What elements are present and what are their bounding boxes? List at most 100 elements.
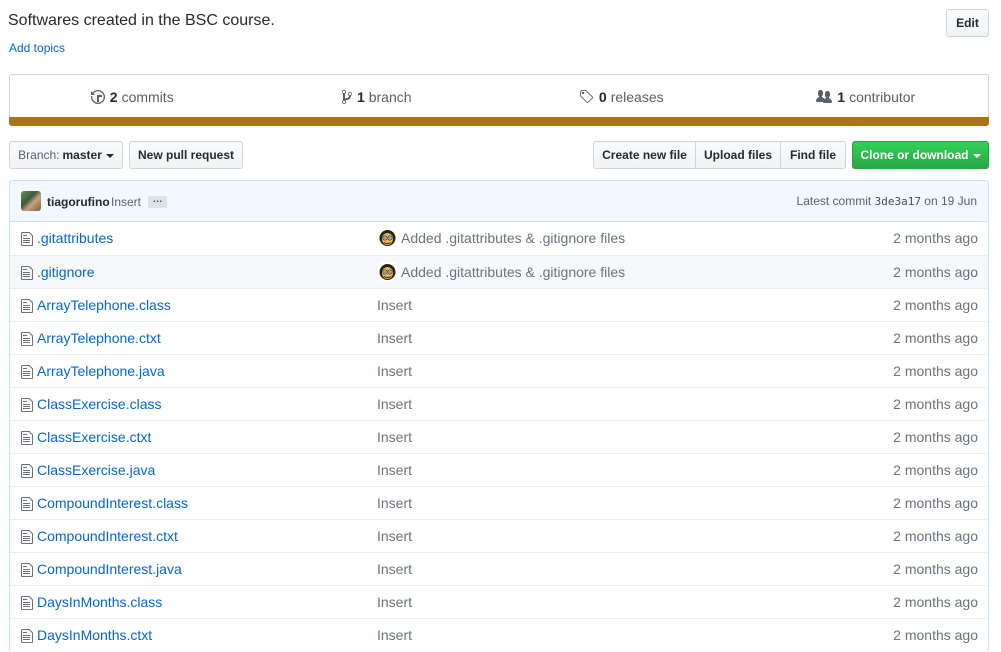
releases-count: 0 <box>598 89 607 105</box>
file-icon <box>21 530 33 544</box>
file-name-link[interactable]: DaysInMonths.ctxt <box>37 627 152 643</box>
file-name-link[interactable]: ArrayTelephone.ctxt <box>37 330 161 346</box>
file-name-link[interactable]: ClassExercise.class <box>37 396 161 412</box>
committer-avatar[interactable] <box>378 262 397 281</box>
file-name-link[interactable]: CompoundInterest.class <box>37 495 188 511</box>
file-name-link[interactable]: ClassExercise.ctxt <box>37 429 151 445</box>
git-branch-icon <box>341 89 352 104</box>
commit-message[interactable]: Insert <box>111 195 141 209</box>
committer-avatar[interactable] <box>378 228 397 247</box>
file-commit-message[interactable]: Insert <box>377 561 412 577</box>
upload-files-button[interactable]: Upload files <box>695 141 781 169</box>
create-new-file-button[interactable]: Create new file <box>593 141 696 169</box>
contributor-count: 1 <box>837 89 846 105</box>
file-row[interactable]: ArrayTelephone.ctxt Insert 2 months ago <box>10 321 988 354</box>
file-icon <box>21 299 33 313</box>
file-name-link[interactable]: ArrayTelephone.java <box>37 363 165 379</box>
file-name-link[interactable]: DaysInMonths.class <box>37 594 162 610</box>
add-topics-link[interactable]: Add topics <box>9 41 65 55</box>
file-commit-message[interactable]: Insert <box>377 495 412 511</box>
file-commit-age: 2 months ago <box>893 297 978 313</box>
author-avatar[interactable] <box>21 191 41 211</box>
language-bar[interactable] <box>9 117 989 126</box>
file-row[interactable]: CompoundInterest.ctxt Insert 2 months ago <box>10 519 988 552</box>
history-icon <box>90 90 105 104</box>
file-icon <box>21 431 33 445</box>
file-icon <box>21 563 33 577</box>
file-commit-message[interactable]: Insert <box>377 396 412 412</box>
file-icon <box>21 464 33 478</box>
file-commit-age: 2 months ago <box>893 230 978 246</box>
file-commit-age: 2 months ago <box>893 495 978 511</box>
file-commit-message[interactable]: Insert <box>377 330 412 346</box>
file-row[interactable]: DaysInMonths.class Insert 2 months ago <box>10 585 988 618</box>
file-name-link[interactable]: .gitignore <box>37 264 95 280</box>
file-commit-message[interactable]: Insert <box>377 297 412 313</box>
edit-description-button[interactable]: Edit <box>946 9 989 37</box>
commits-label: commits <box>121 89 174 105</box>
tag-icon <box>579 90 593 104</box>
file-row[interactable]: .gitignore Added .gitattributes & .gitign… <box>10 255 988 288</box>
caret-down-icon <box>105 154 114 158</box>
file-icon <box>21 365 33 379</box>
releases-label: releases <box>610 89 664 105</box>
file-name-link[interactable]: ClassExercise.java <box>37 462 155 478</box>
contributor-label: contributor <box>849 89 916 105</box>
repo-summary: 2 commits 1 branch 0 releases 1 contribu… <box>9 74 989 119</box>
file-name-link[interactable]: CompoundInterest.java <box>37 561 182 577</box>
file-commit-age: 2 months ago <box>893 594 978 610</box>
new-pull-request-button[interactable]: New pull request <box>129 141 243 169</box>
latest-commit-info: Latest commit 3de3a17 on 19 Jun <box>797 194 977 208</box>
file-icon <box>21 232 33 246</box>
file-icon <box>21 596 33 610</box>
file-name-link[interactable]: ArrayTelephone.class <box>37 297 171 313</box>
file-commit-message[interactable]: Added .gitattributes & .gitignore files <box>401 230 625 246</box>
repo-description: Softwares created in the BSC course. <box>8 12 275 29</box>
file-commit-message[interactable]: Insert <box>377 429 412 445</box>
file-row[interactable]: ArrayTelephone.java Insert 2 months ago <box>10 354 988 387</box>
file-commit-message[interactable]: Insert <box>377 462 412 478</box>
file-commit-age: 2 months ago <box>893 627 978 643</box>
commits-count: 2 <box>109 89 118 105</box>
file-row[interactable]: ClassExercise.java Insert 2 months ago <box>10 453 988 486</box>
branch-select-button[interactable]: Branch: master <box>9 141 123 169</box>
file-commit-age: 2 months ago <box>893 330 978 346</box>
commit-sha[interactable]: 3de3a17 <box>875 195 921 208</box>
commits-summary[interactable]: 2 commits <box>10 75 255 119</box>
latest-commit-prefix: Latest commit <box>796 194 872 208</box>
file-row[interactable]: CompoundInterest.class Insert 2 months ago <box>10 486 988 519</box>
find-file-button[interactable]: Find file <box>780 141 846 169</box>
branch-summary[interactable]: 1 branch <box>255 75 500 119</box>
commit-author[interactable]: tiagorufino <box>47 195 110 209</box>
file-row[interactable]: DaysInMonths.ctxt Insert 2 months ago <box>10 618 988 651</box>
file-row[interactable]: CompoundInterest.java Insert 2 months ago <box>10 552 988 585</box>
file-commit-age: 2 months ago <box>893 363 978 379</box>
file-row[interactable]: ArrayTelephone.class Insert 2 months ago <box>10 288 988 321</box>
file-commit-age: 2 months ago <box>893 528 978 544</box>
expand-commit-ellipsis[interactable]: … <box>148 195 167 208</box>
clone-or-download-button[interactable]: Clone or download <box>852 141 989 169</box>
contributors-summary[interactable]: 1 contributor <box>744 75 989 119</box>
file-commit-age: 2 months ago <box>893 561 978 577</box>
file-row[interactable]: ClassExercise.class Insert 2 months ago <box>10 387 988 420</box>
file-commit-message[interactable]: Insert <box>377 528 412 544</box>
caret-down-icon <box>972 154 981 158</box>
commit-date: on 19 Jun <box>924 194 977 208</box>
file-name-link[interactable]: CompoundInterest.ctxt <box>37 528 178 544</box>
file-commit-message[interactable]: Insert <box>377 594 412 610</box>
file-commit-message[interactable]: Insert <box>377 627 412 643</box>
file-commit-age: 2 months ago <box>893 396 978 412</box>
file-commit-message[interactable]: Insert <box>377 363 412 379</box>
releases-summary[interactable]: 0 releases <box>499 75 744 119</box>
latest-commit-bar: tiagorufino Insert … Latest commit 3de3a… <box>9 180 989 222</box>
branch-label: branch <box>368 89 412 105</box>
file-icon <box>21 266 33 280</box>
file-name-link[interactable]: .gitattributes <box>37 230 113 246</box>
file-row[interactable]: ClassExercise.ctxt Insert 2 months ago <box>10 420 988 453</box>
file-icon <box>21 629 33 643</box>
branch-name: master <box>62 148 102 162</box>
file-row[interactable]: .gitattributes Added .gitattributes & .gi… <box>10 222 988 255</box>
file-commit-age: 2 months ago <box>893 429 978 445</box>
file-commit-message[interactable]: Added .gitattributes & .gitignore files <box>401 264 625 280</box>
file-icon <box>21 497 33 511</box>
